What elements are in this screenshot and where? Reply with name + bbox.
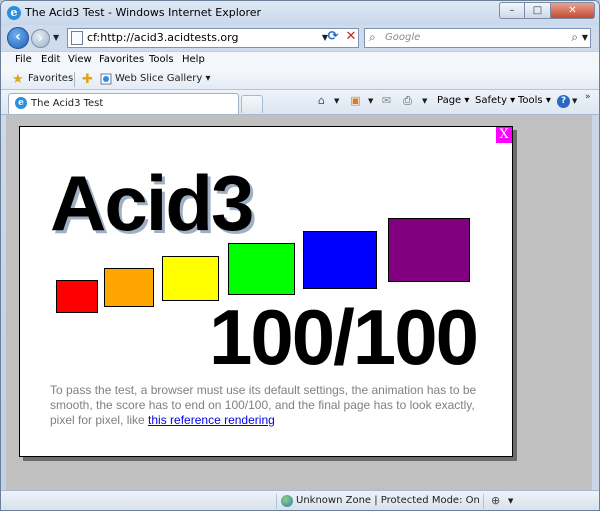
bucket-red <box>56 280 98 313</box>
search-options-dropdown-icon[interactable]: ▼ <box>582 33 588 42</box>
ie-logo-icon: e <box>7 6 21 20</box>
print-dropdown-icon[interactable]: ▼ <box>422 97 427 105</box>
command-bar: e The Acid3 Test ⌂ ▼ ▣ ▼ ✉ ⎙ ▼ Page ▾ Sa… <box>1 90 599 115</box>
forward-arrow-icon: › <box>38 31 43 45</box>
help-dropdown-icon[interactable]: ▼ <box>572 97 577 105</box>
menu-favorites[interactable]: Favorites <box>99 54 144 65</box>
feeds-dropdown-icon[interactable]: ▼ <box>368 97 373 105</box>
status-separator <box>276 494 277 509</box>
menu-bar: File Edit View Favorites Tools Help <box>1 51 599 70</box>
mail-icon[interactable]: ✉ <box>380 94 393 107</box>
stop-icon[interactable]: ✕ <box>343 28 359 46</box>
safety-menu[interactable]: Safety ▾ <box>475 95 515 106</box>
page-viewport[interactable]: X Acid3 100/100 To pass the test, a brow… <box>6 115 592 490</box>
search-box[interactable]: ⌕ Google ⌕ ▼ <box>364 28 591 48</box>
address-url[interactable]: cf:http://acid3.acidtests.org <box>87 31 238 44</box>
search-provider-icon: ⌕ <box>369 30 376 44</box>
bucket-lime <box>228 243 295 295</box>
browser-window: e The Acid3 Test - Windows Internet Expl… <box>0 0 600 511</box>
acid3-close-button[interactable]: X <box>496 127 512 143</box>
menu-file[interactable]: File <box>15 54 32 65</box>
bucket-blue <box>303 231 377 289</box>
menu-view[interactable]: View <box>68 54 92 65</box>
tab-label: The Acid3 Test <box>31 98 104 109</box>
refresh-icon[interactable]: ⟳ <box>324 28 342 46</box>
feeds-icon[interactable]: ▣ <box>349 94 362 107</box>
page-icon <box>71 31 83 45</box>
reference-rendering-link[interactable]: this reference rendering <box>148 413 275 427</box>
bucket-purple <box>388 218 470 282</box>
web-slice-icon <box>100 73 112 85</box>
address-bar[interactable]: cf:http://acid3.acidtests.org ▼ <box>67 28 359 48</box>
tab-acid3-test[interactable]: e The Acid3 Test <box>8 93 239 114</box>
favorites-separator <box>74 72 75 87</box>
tools-menu-label: Tools <box>518 95 543 106</box>
zoom-dropdown-icon[interactable]: ▼ <box>508 497 513 505</box>
new-tab-button[interactable] <box>241 95 263 113</box>
recent-pages-dropdown-icon[interactable]: ▼ <box>53 33 59 42</box>
back-arrow-icon: ‹ <box>15 29 21 45</box>
search-go-icon[interactable]: ⌕ <box>571 30 578 45</box>
minimize-button[interactable]: – <box>499 2 525 19</box>
acid3-title: Acid3 <box>50 159 254 247</box>
close-button[interactable]: ✕ <box>551 2 595 19</box>
web-slice-gallery-link[interactable]: Web Slice Gallery ▾ <box>115 73 211 84</box>
status-bar: Unknown Zone | Protected Mode: On ⊕ ▼ <box>1 490 599 510</box>
acid3-description: To pass the test, a browser must use its… <box>50 383 490 428</box>
window-controls: – □ ✕ <box>499 2 595 20</box>
help-icon[interactable]: ? <box>557 95 570 108</box>
bucket-orange <box>104 268 154 307</box>
menu-edit[interactable]: Edit <box>41 54 60 65</box>
web-slice-gallery-label: Web Slice Gallery <box>115 73 203 84</box>
home-icon[interactable]: ⌂ <box>315 94 328 107</box>
tab-ie-icon: e <box>15 97 27 109</box>
zoom-icon[interactable]: ⊕ <box>491 494 500 507</box>
home-dropdown-icon[interactable]: ▼ <box>334 97 339 105</box>
add-favorite-icon[interactable]: ✚ <box>82 72 93 87</box>
favorites-star-icon[interactable]: ★ <box>12 73 24 86</box>
menu-help[interactable]: Help <box>182 54 205 65</box>
page-menu-label: Page <box>437 95 462 106</box>
print-icon[interactable]: ⎙ <box>401 94 414 107</box>
title-bar[interactable]: e The Acid3 Test - Windows Internet Expl… <box>1 1 599 25</box>
back-button[interactable]: ‹ <box>7 27 29 49</box>
maximize-button[interactable]: □ <box>525 2 551 19</box>
window-title: The Acid3 Test - Windows Internet Explor… <box>25 6 262 19</box>
forward-button[interactable]: › <box>31 29 50 48</box>
address-row: ‹ › ▼ cf:http://acid3.acidtests.org ▼ ⟳ … <box>1 25 599 51</box>
page-menu[interactable]: Page ▾ <box>437 95 469 106</box>
security-zone-text[interactable]: Unknown Zone | Protected Mode: On <box>296 495 480 506</box>
search-placeholder[interactable]: Google <box>385 32 420 43</box>
globe-icon <box>281 495 293 507</box>
acid3-score: 100/100 <box>209 293 479 381</box>
window-right-edge <box>592 115 599 490</box>
menu-tools[interactable]: Tools <box>149 54 174 65</box>
favorites-button[interactable]: Favorites <box>28 73 73 84</box>
favorites-bar: ★ Favorites ✚ Web Slice Gallery ▾ <box>1 69 599 90</box>
status-separator-2 <box>483 494 484 509</box>
more-chevron-icon[interactable]: » <box>585 92 591 102</box>
tools-menu[interactable]: Tools ▾ <box>518 95 551 106</box>
safety-menu-label: Safety <box>475 95 507 106</box>
acid3-test-box: X Acid3 100/100 To pass the test, a brow… <box>19 126 513 457</box>
